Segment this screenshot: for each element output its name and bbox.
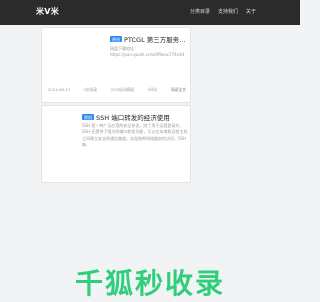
original-badge: 原创 [82, 114, 94, 120]
watermark-logo: 千狐秒收录 [74, 267, 225, 300]
post-body: 原创 PTCGL 第三方服务器的... 网盘下载地址：https://pan.q… [110, 35, 190, 59]
post-card[interactable]: 原创 SSH 端口转发的经济使用 SSH 是一种广泛应用的安全协议，除了用于远程… [41, 105, 191, 183]
post-title[interactable]: PTCGL 第三方服务器的... [124, 34, 190, 44]
post-date: 2024-08-13 [48, 87, 71, 92]
post-comments[interactable]: 0评论 [148, 87, 158, 93]
read-more-link[interactable]: 阅读全文 [171, 87, 186, 93]
nav-support[interactable]: 支持我们 [218, 8, 238, 15]
post-thumbnail[interactable] [44, 31, 106, 87]
post-excerpt: 网盘下载地址：https://pan.quark.cn/s/0f9eac774e… [110, 46, 185, 58]
post-meta: 2024-08-13 3次阅读 OCG自动赛局 0评论 阅读全文 [48, 87, 186, 93]
post-views: 3次阅读 [83, 87, 98, 92]
post-title-row: 原创 SSH 端口转发的经济使用 [82, 112, 188, 122]
top-navbar: 米V米 分类目录 支持我们 关于 [0, 0, 300, 25]
site-logo[interactable]: 米V米 [36, 6, 59, 17]
post-category[interactable]: OCG自动赛局 [110, 87, 134, 93]
main-nav: 分类目录 支持我们 关于 [190, 8, 256, 15]
post-title[interactable]: SSH 端口转发的经济使用 [96, 112, 170, 122]
post-title-row: 原创 PTCGL 第三方服务器的... [110, 34, 190, 44]
nav-categories[interactable]: 分类目录 [190, 8, 210, 15]
post-excerpt: SSH 是一种广泛应用的安全协议，除了用于远程登录外，SSH 还提供了强大的端口… [82, 123, 188, 148]
original-badge: 原创 [110, 36, 122, 42]
post-card[interactable]: 原创 PTCGL 第三方服务器的... 网盘下载地址：https://pan.q… [41, 27, 191, 103]
nav-about[interactable]: 关于 [246, 8, 256, 15]
post-body: 原创 SSH 端口转发的经济使用 SSH 是一种广泛应用的安全协议，除了用于远程… [82, 113, 188, 149]
